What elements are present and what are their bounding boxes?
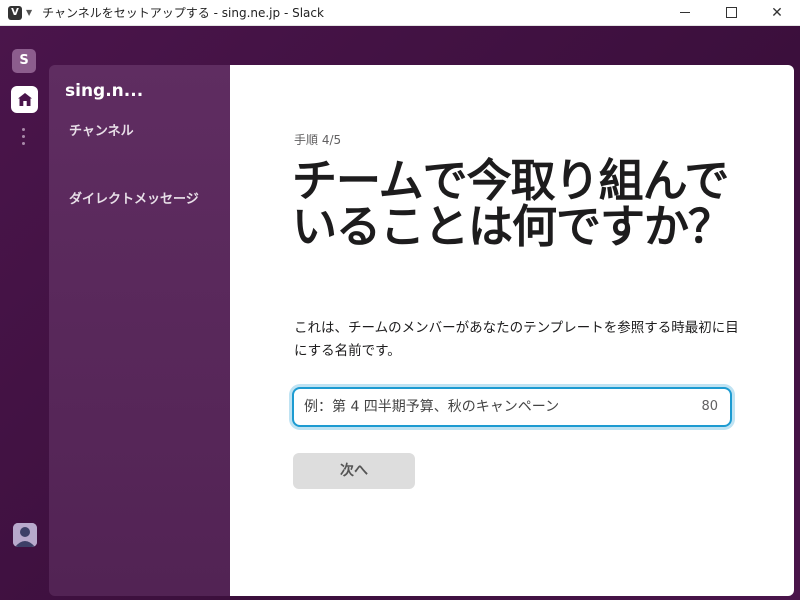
sidebar-section-channels[interactable]: チャンネル — [69, 120, 134, 139]
channel-sidebar: sing.n... チャンネル ダイレクトメッセージ — [49, 65, 230, 596]
step-indicator: 手順 4/5 — [294, 133, 342, 147]
window-titlebar: V ▼ チャンネルをセットアップする - sing.ne.jp - Slack … — [0, 0, 800, 26]
project-name-input[interactable] — [304, 389, 684, 425]
minimize-icon — [680, 12, 690, 13]
minimize-button[interactable] — [662, 0, 708, 25]
window-title: チャンネルをセットアップする - sing.ne.jp - Slack — [42, 6, 324, 20]
home-button[interactable] — [11, 86, 38, 113]
close-window-button[interactable]: ✕ — [754, 0, 800, 25]
close-icon: ✕ — [771, 4, 783, 21]
description-text: これは、チームのメンバーがあなたのテンプレートを参照する時最初に目にする名前です… — [294, 320, 739, 359]
character-counter: 80 — [701, 399, 718, 414]
user-avatar[interactable] — [13, 523, 37, 547]
home-icon — [17, 93, 32, 106]
project-name-field[interactable]: 80 — [292, 387, 732, 427]
more-icon[interactable] — [22, 128, 26, 149]
maximize-button[interactable] — [708, 0, 754, 25]
setup-panel: 手順 4/5 チームで今取り組んでいることは何ですか？ これは、チームのメンバー… — [230, 65, 794, 596]
workspace-switcher[interactable]: S — [12, 49, 36, 73]
sidebar-section-direct-messages[interactable]: ダイレクトメッセージ — [69, 188, 199, 207]
page-title: チームで今取り組んでいることは何ですか？ — [292, 154, 733, 253]
next-button[interactable]: 次へ — [293, 453, 415, 489]
vivaldi-app-icon[interactable]: V — [8, 5, 22, 20]
maximize-icon — [725, 7, 737, 18]
user-profile-icon — [13, 523, 37, 547]
app-menu-caret-icon[interactable]: ▼ — [26, 8, 32, 17]
workspace-name[interactable]: sing.n... — [65, 81, 143, 101]
